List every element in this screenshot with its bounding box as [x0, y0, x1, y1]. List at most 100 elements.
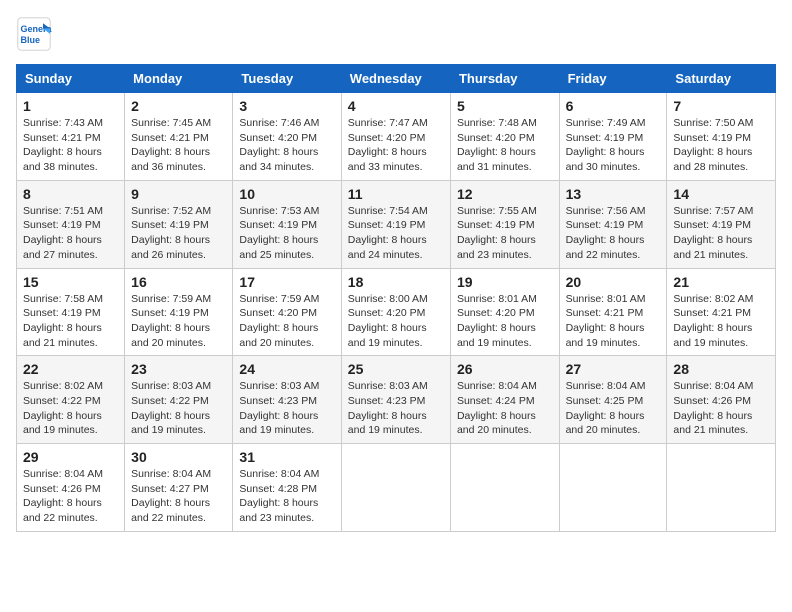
day-info: Sunrise: 7:52 AMSunset: 4:19 PMDaylight:… — [131, 204, 226, 263]
calendar-cell — [450, 444, 559, 532]
day-info: Sunrise: 7:46 AMSunset: 4:20 PMDaylight:… — [239, 116, 334, 175]
day-info: Sunrise: 8:04 AMSunset: 4:28 PMDaylight:… — [239, 467, 334, 526]
day-number: 1 — [23, 98, 118, 114]
calendar-cell: 15Sunrise: 7:58 AMSunset: 4:19 PMDayligh… — [17, 268, 125, 356]
calendar-cell: 6 Sunrise: 7:49 AMSunset: 4:19 PMDaylight… — [559, 93, 667, 181]
calendar-cell: 4 Sunrise: 7:47 AMSunset: 4:20 PMDaylight… — [341, 93, 450, 181]
day-info: Sunrise: 8:04 AMSunset: 4:25 PMDaylight:… — [566, 379, 661, 438]
calendar-cell: 12 Sunrise: 7:55 AMSunset: 4:19 PMDayligh… — [450, 180, 559, 268]
day-info: Sunrise: 7:50 AMSunset: 4:19 PMDaylight:… — [673, 116, 769, 175]
day-number: 24 — [239, 361, 334, 377]
calendar-cell: 7Sunrise: 7:50 AMSunset: 4:19 PMDaylight… — [667, 93, 776, 181]
day-number: 25 — [348, 361, 444, 377]
calendar-cell: 25 Sunrise: 8:03 AMSunset: 4:23 PMDayligh… — [341, 356, 450, 444]
day-info: Sunrise: 7:49 AMSunset: 4:19 PMDaylight:… — [566, 116, 661, 175]
day-number: 17 — [239, 274, 334, 290]
day-info: Sunrise: 7:59 AMSunset: 4:19 PMDaylight:… — [131, 292, 226, 351]
day-info: Sunrise: 8:00 AMSunset: 4:20 PMDaylight:… — [348, 292, 444, 351]
calendar-week-3: 15Sunrise: 7:58 AMSunset: 4:19 PMDayligh… — [17, 268, 776, 356]
day-number: 9 — [131, 186, 226, 202]
calendar-cell: 10 Sunrise: 7:53 AMSunset: 4:19 PMDayligh… — [233, 180, 341, 268]
day-number: 18 — [348, 274, 444, 290]
calendar-cell: 30Sunrise: 8:04 AMSunset: 4:27 PMDayligh… — [125, 444, 233, 532]
calendar-cell: 26 Sunrise: 8:04 AMSunset: 4:24 PMDayligh… — [450, 356, 559, 444]
calendar-cell: 8 Sunrise: 7:51 AMSunset: 4:19 PMDaylight… — [17, 180, 125, 268]
calendar-week-4: 22Sunrise: 8:02 AMSunset: 4:22 PMDayligh… — [17, 356, 776, 444]
logo: General Blue — [16, 16, 58, 52]
calendar-cell: 9 Sunrise: 7:52 AMSunset: 4:19 PMDaylight… — [125, 180, 233, 268]
day-number: 14 — [673, 186, 769, 202]
calendar-cell: 27 Sunrise: 8:04 AMSunset: 4:25 PMDayligh… — [559, 356, 667, 444]
day-info: Sunrise: 8:04 AMSunset: 4:24 PMDaylight:… — [457, 379, 553, 438]
day-number: 5 — [457, 98, 553, 114]
calendar-cell — [667, 444, 776, 532]
day-number: 12 — [457, 186, 553, 202]
day-info: Sunrise: 7:43 AMSunset: 4:21 PMDaylight:… — [23, 116, 118, 175]
calendar-cell: 2 Sunrise: 7:45 AMSunset: 4:21 PMDaylight… — [125, 93, 233, 181]
day-info: Sunrise: 7:45 AMSunset: 4:21 PMDaylight:… — [131, 116, 226, 175]
day-number: 20 — [566, 274, 661, 290]
logo-icon: General Blue — [16, 16, 52, 52]
calendar-cell: 28Sunrise: 8:04 AMSunset: 4:26 PMDayligh… — [667, 356, 776, 444]
day-info: Sunrise: 8:03 AMSunset: 4:23 PMDaylight:… — [348, 379, 444, 438]
calendar-cell: 29 Sunrise: 8:04 AMSunset: 4:26 PMDayligh… — [17, 444, 125, 532]
day-number: 6 — [566, 98, 661, 114]
calendar-cell: 1 Sunrise: 7:43 AMSunset: 4:21 PMDaylight… — [17, 93, 125, 181]
day-info: Sunrise: 8:03 AMSunset: 4:22 PMDaylight:… — [131, 379, 226, 438]
calendar-cell: 20 Sunrise: 8:01 AMSunset: 4:21 PMDayligh… — [559, 268, 667, 356]
day-info: Sunrise: 7:56 AMSunset: 4:19 PMDaylight:… — [566, 204, 661, 263]
day-number: 15 — [23, 274, 118, 290]
calendar-cell: 3 Sunrise: 7:46 AMSunset: 4:20 PMDaylight… — [233, 93, 341, 181]
day-number: 27 — [566, 361, 661, 377]
calendar-cell: 23 Sunrise: 8:03 AMSunset: 4:22 PMDayligh… — [125, 356, 233, 444]
calendar-cell: 18 Sunrise: 8:00 AMSunset: 4:20 PMDayligh… — [341, 268, 450, 356]
day-number: 4 — [348, 98, 444, 114]
day-info: Sunrise: 7:48 AMSunset: 4:20 PMDaylight:… — [457, 116, 553, 175]
calendar-cell: 17 Sunrise: 7:59 AMSunset: 4:20 PMDayligh… — [233, 268, 341, 356]
day-info: Sunrise: 8:03 AMSunset: 4:23 PMDaylight:… — [239, 379, 334, 438]
calendar-cell: 5 Sunrise: 7:48 AMSunset: 4:20 PMDaylight… — [450, 93, 559, 181]
calendar-cell: 11Sunrise: 7:54 AMSunset: 4:19 PMDayligh… — [341, 180, 450, 268]
page-header: General Blue — [16, 16, 776, 52]
calendar-cell: 19 Sunrise: 8:01 AMSunset: 4:20 PMDayligh… — [450, 268, 559, 356]
day-info: Sunrise: 8:02 AMSunset: 4:21 PMDaylight:… — [673, 292, 769, 351]
day-header-wednesday: Wednesday — [341, 65, 450, 93]
day-number: 3 — [239, 98, 334, 114]
day-number: 8 — [23, 186, 118, 202]
calendar-cell: 13Sunrise: 7:56 AMSunset: 4:19 PMDayligh… — [559, 180, 667, 268]
day-info: Sunrise: 7:55 AMSunset: 4:19 PMDaylight:… — [457, 204, 553, 263]
day-header-saturday: Saturday — [667, 65, 776, 93]
day-info: Sunrise: 7:51 AMSunset: 4:19 PMDaylight:… — [23, 204, 118, 263]
day-info: Sunrise: 7:53 AMSunset: 4:19 PMDaylight:… — [239, 204, 334, 263]
calendar-week-5: 29 Sunrise: 8:04 AMSunset: 4:26 PMDayligh… — [17, 444, 776, 532]
day-header-sunday: Sunday — [17, 65, 125, 93]
day-info: Sunrise: 8:04 AMSunset: 4:26 PMDaylight:… — [23, 467, 118, 526]
calendar-cell: 16Sunrise: 7:59 AMSunset: 4:19 PMDayligh… — [125, 268, 233, 356]
calendar-table: SundayMondayTuesdayWednesdayThursdayFrid… — [16, 64, 776, 532]
day-number: 23 — [131, 361, 226, 377]
day-info: Sunrise: 7:54 AMSunset: 4:19 PMDaylight:… — [348, 204, 444, 263]
day-info: Sunrise: 7:47 AMSunset: 4:20 PMDaylight:… — [348, 116, 444, 175]
day-number: 19 — [457, 274, 553, 290]
day-info: Sunrise: 7:59 AMSunset: 4:20 PMDaylight:… — [239, 292, 334, 351]
day-info: Sunrise: 8:02 AMSunset: 4:22 PMDaylight:… — [23, 379, 118, 438]
day-number: 29 — [23, 449, 118, 465]
calendar-cell — [341, 444, 450, 532]
calendar-header-row: SundayMondayTuesdayWednesdayThursdayFrid… — [17, 65, 776, 93]
day-header-tuesday: Tuesday — [233, 65, 341, 93]
day-header-monday: Monday — [125, 65, 233, 93]
day-header-friday: Friday — [559, 65, 667, 93]
day-number: 26 — [457, 361, 553, 377]
day-number: 10 — [239, 186, 334, 202]
day-info: Sunrise: 8:04 AMSunset: 4:26 PMDaylight:… — [673, 379, 769, 438]
day-number: 31 — [239, 449, 334, 465]
day-info: Sunrise: 8:01 AMSunset: 4:20 PMDaylight:… — [457, 292, 553, 351]
day-number: 21 — [673, 274, 769, 290]
calendar-week-2: 8 Sunrise: 7:51 AMSunset: 4:19 PMDaylight… — [17, 180, 776, 268]
day-number: 2 — [131, 98, 226, 114]
day-info: Sunrise: 7:57 AMSunset: 4:19 PMDaylight:… — [673, 204, 769, 263]
day-header-thursday: Thursday — [450, 65, 559, 93]
calendar-cell: 31 Sunrise: 8:04 AMSunset: 4:28 PMDayligh… — [233, 444, 341, 532]
day-info: Sunrise: 8:01 AMSunset: 4:21 PMDaylight:… — [566, 292, 661, 351]
calendar-cell — [559, 444, 667, 532]
